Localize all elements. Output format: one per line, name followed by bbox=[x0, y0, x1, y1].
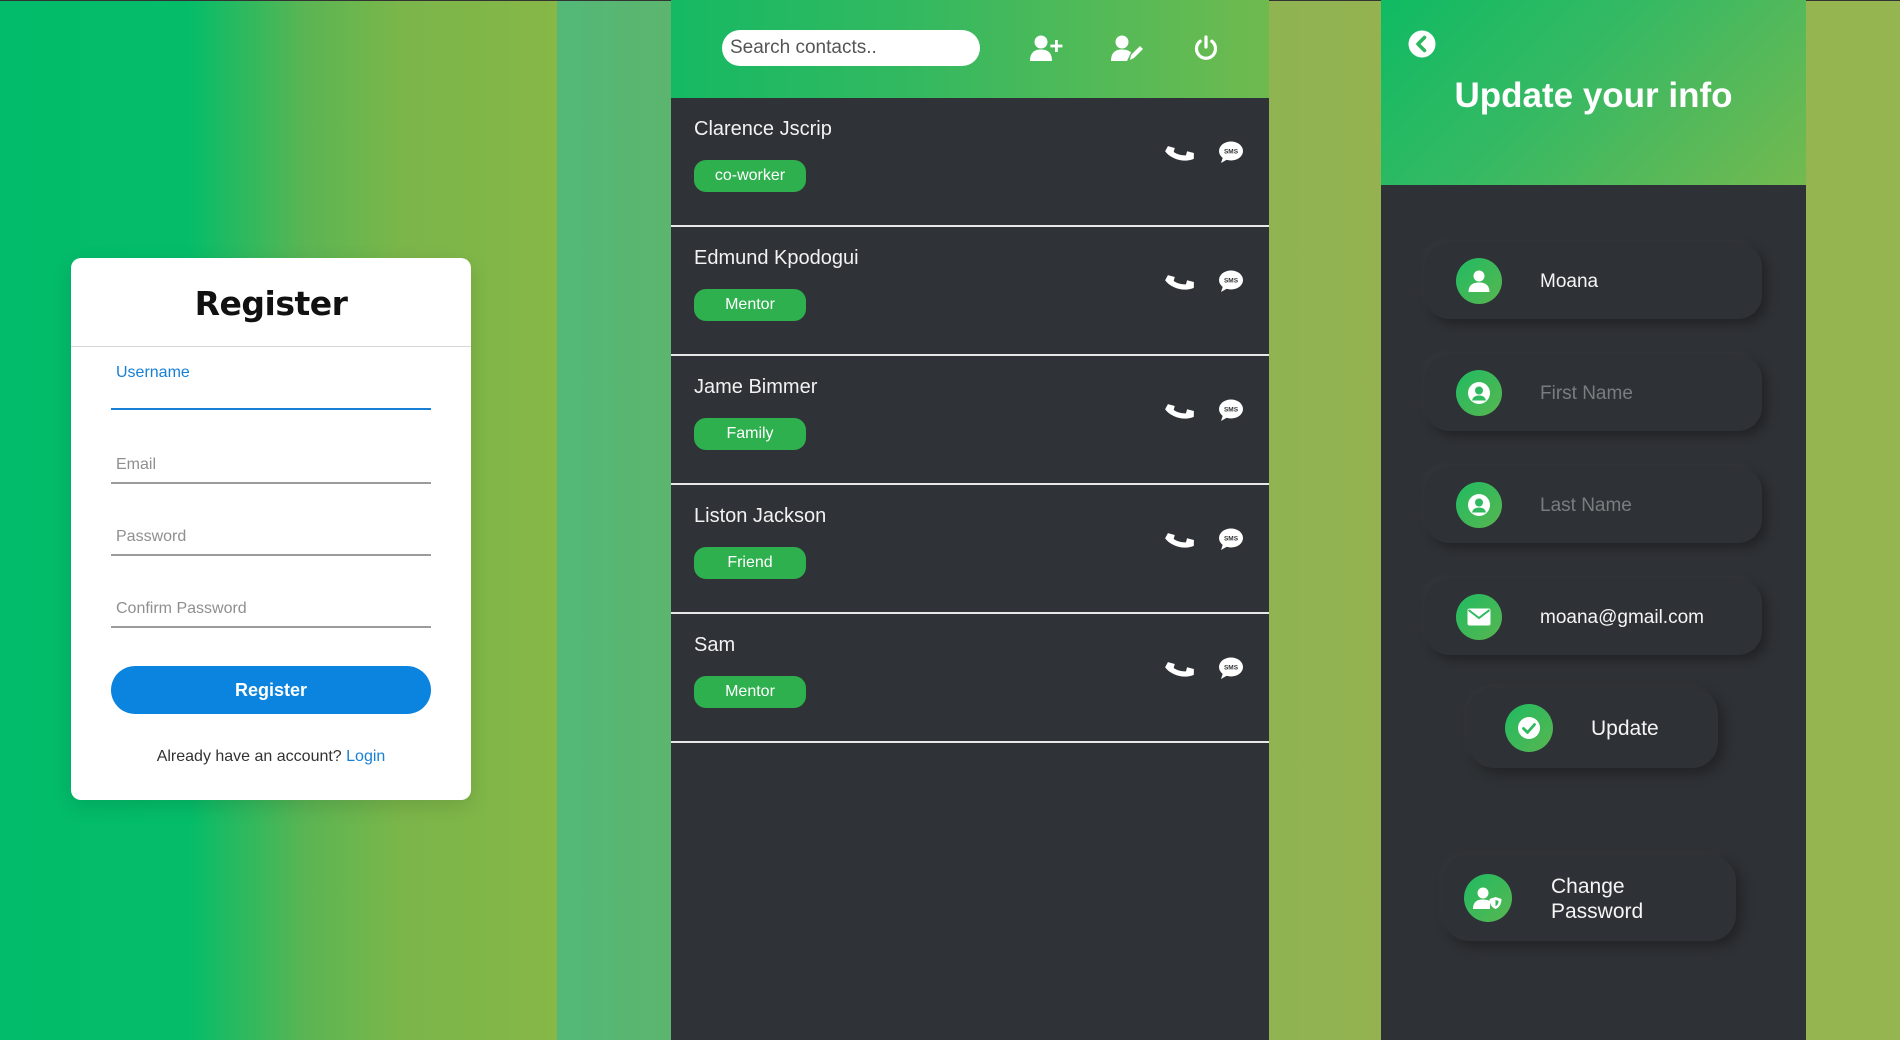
edit-user-icon[interactable] bbox=[1109, 30, 1145, 66]
phone-icon[interactable] bbox=[1165, 525, 1195, 555]
contact-tag: Friend bbox=[694, 547, 806, 579]
user-circle-icon bbox=[1456, 482, 1502, 528]
change-password-line2: Password bbox=[1551, 900, 1644, 923]
check-circle-icon bbox=[1505, 704, 1553, 752]
first-name-input[interactable]: First Name bbox=[1425, 355, 1762, 431]
username-input[interactable]: Moana bbox=[1425, 243, 1762, 319]
sms-icon[interactable]: SMS bbox=[1218, 527, 1244, 551]
update-label: Update bbox=[1591, 717, 1659, 740]
contact-name: Liston Jackson bbox=[694, 505, 827, 527]
contact-tag: Mentor bbox=[694, 676, 806, 708]
divider bbox=[71, 346, 471, 347]
phone-icon[interactable] bbox=[1165, 654, 1195, 684]
register-title: Register bbox=[194, 284, 348, 323]
contact-row[interactable]: Liston Jackson Friend SMS bbox=[671, 485, 1269, 614]
sms-icon-text: SMS bbox=[1224, 278, 1239, 285]
update-title: Update your info bbox=[1454, 76, 1733, 115]
envelope-icon bbox=[1456, 594, 1502, 640]
user-icon bbox=[1456, 258, 1502, 304]
sms-icon-text: SMS bbox=[1224, 149, 1239, 156]
sms-icon[interactable]: SMS bbox=[1218, 269, 1244, 293]
last-name-input[interactable]: Last Name bbox=[1425, 467, 1762, 543]
phone-icon[interactable] bbox=[1165, 138, 1195, 168]
email-field[interactable]: Email bbox=[111, 454, 431, 484]
email-label: Email bbox=[116, 456, 157, 473]
phone-icon[interactable] bbox=[1165, 396, 1195, 426]
sms-icon-text: SMS bbox=[1224, 665, 1239, 672]
contact-name: Sam bbox=[694, 634, 736, 656]
first-name-placeholder: First Name bbox=[1540, 383, 1633, 404]
username-value: Moana bbox=[1540, 271, 1599, 292]
change-password-label: Change Password bbox=[1551, 874, 1643, 924]
confirm-password-label: Confirm Password bbox=[116, 600, 247, 617]
username-label: Username bbox=[116, 364, 190, 381]
contacts-panel: Clarence Jscrip co-worker SMS Edmund Kpo… bbox=[671, 0, 1269, 1040]
sms-icon[interactable]: SMS bbox=[1218, 656, 1244, 680]
register-button[interactable]: Register bbox=[111, 666, 431, 714]
search-input[interactable] bbox=[722, 30, 980, 66]
sms-icon-text: SMS bbox=[1224, 407, 1239, 414]
user-circle-icon bbox=[1456, 370, 1502, 416]
contact-row[interactable]: Edmund Kpodogui Mentor SMS bbox=[671, 227, 1269, 356]
contact-name: Edmund Kpodogui bbox=[694, 247, 859, 269]
update-button[interactable]: Update bbox=[1468, 688, 1718, 768]
power-icon[interactable] bbox=[1188, 30, 1224, 66]
update-panel: Update your info Moana First Name Last N… bbox=[1381, 0, 1806, 1040]
phone-icon[interactable] bbox=[1165, 267, 1195, 297]
contacts-header bbox=[671, 0, 1269, 98]
add-user-icon[interactable] bbox=[1028, 30, 1064, 66]
back-arrow-icon[interactable] bbox=[1408, 30, 1436, 58]
login-link[interactable]: Login bbox=[346, 748, 385, 765]
sms-icon[interactable]: SMS bbox=[1218, 140, 1244, 164]
register-card: Register Username Email Password Confirm… bbox=[71, 258, 471, 800]
password-underline bbox=[111, 554, 431, 556]
email-value: moana@gmail.com bbox=[1540, 607, 1704, 628]
confirm-password-underline bbox=[111, 626, 431, 628]
contact-row[interactable]: Jame Bimmer Family SMS bbox=[671, 356, 1269, 485]
contact-row[interactable]: Clarence Jscrip co-worker SMS bbox=[671, 98, 1269, 227]
contact-name: Clarence Jscrip bbox=[694, 118, 832, 140]
email-input[interactable]: moana@gmail.com bbox=[1425, 579, 1762, 655]
sms-icon-text: SMS bbox=[1224, 536, 1239, 543]
email-underline bbox=[111, 482, 431, 484]
sms-icon[interactable]: SMS bbox=[1218, 398, 1244, 422]
contact-row[interactable]: Sam Mentor SMS bbox=[671, 614, 1269, 743]
contact-tag: co-worker bbox=[694, 160, 806, 192]
username-field[interactable]: Username bbox=[111, 364, 431, 410]
register-footer: Already have an account? Login bbox=[71, 748, 471, 766]
update-header: Update your info bbox=[1381, 0, 1806, 185]
password-field[interactable]: Password bbox=[111, 526, 431, 556]
contact-name: Jame Bimmer bbox=[694, 376, 818, 398]
change-password-button[interactable]: Change Password bbox=[1443, 855, 1736, 941]
user-shield-icon bbox=[1464, 874, 1512, 922]
contact-tag: Family bbox=[694, 418, 806, 450]
confirm-password-field[interactable]: Confirm Password bbox=[111, 598, 431, 628]
password-label: Password bbox=[116, 528, 187, 545]
contact-tag: Mentor bbox=[694, 289, 806, 321]
username-underline bbox=[111, 408, 431, 410]
change-password-line1: Change bbox=[1551, 875, 1625, 898]
footer-text: Already have an account? bbox=[156, 748, 342, 765]
last-name-placeholder: Last Name bbox=[1540, 495, 1632, 516]
